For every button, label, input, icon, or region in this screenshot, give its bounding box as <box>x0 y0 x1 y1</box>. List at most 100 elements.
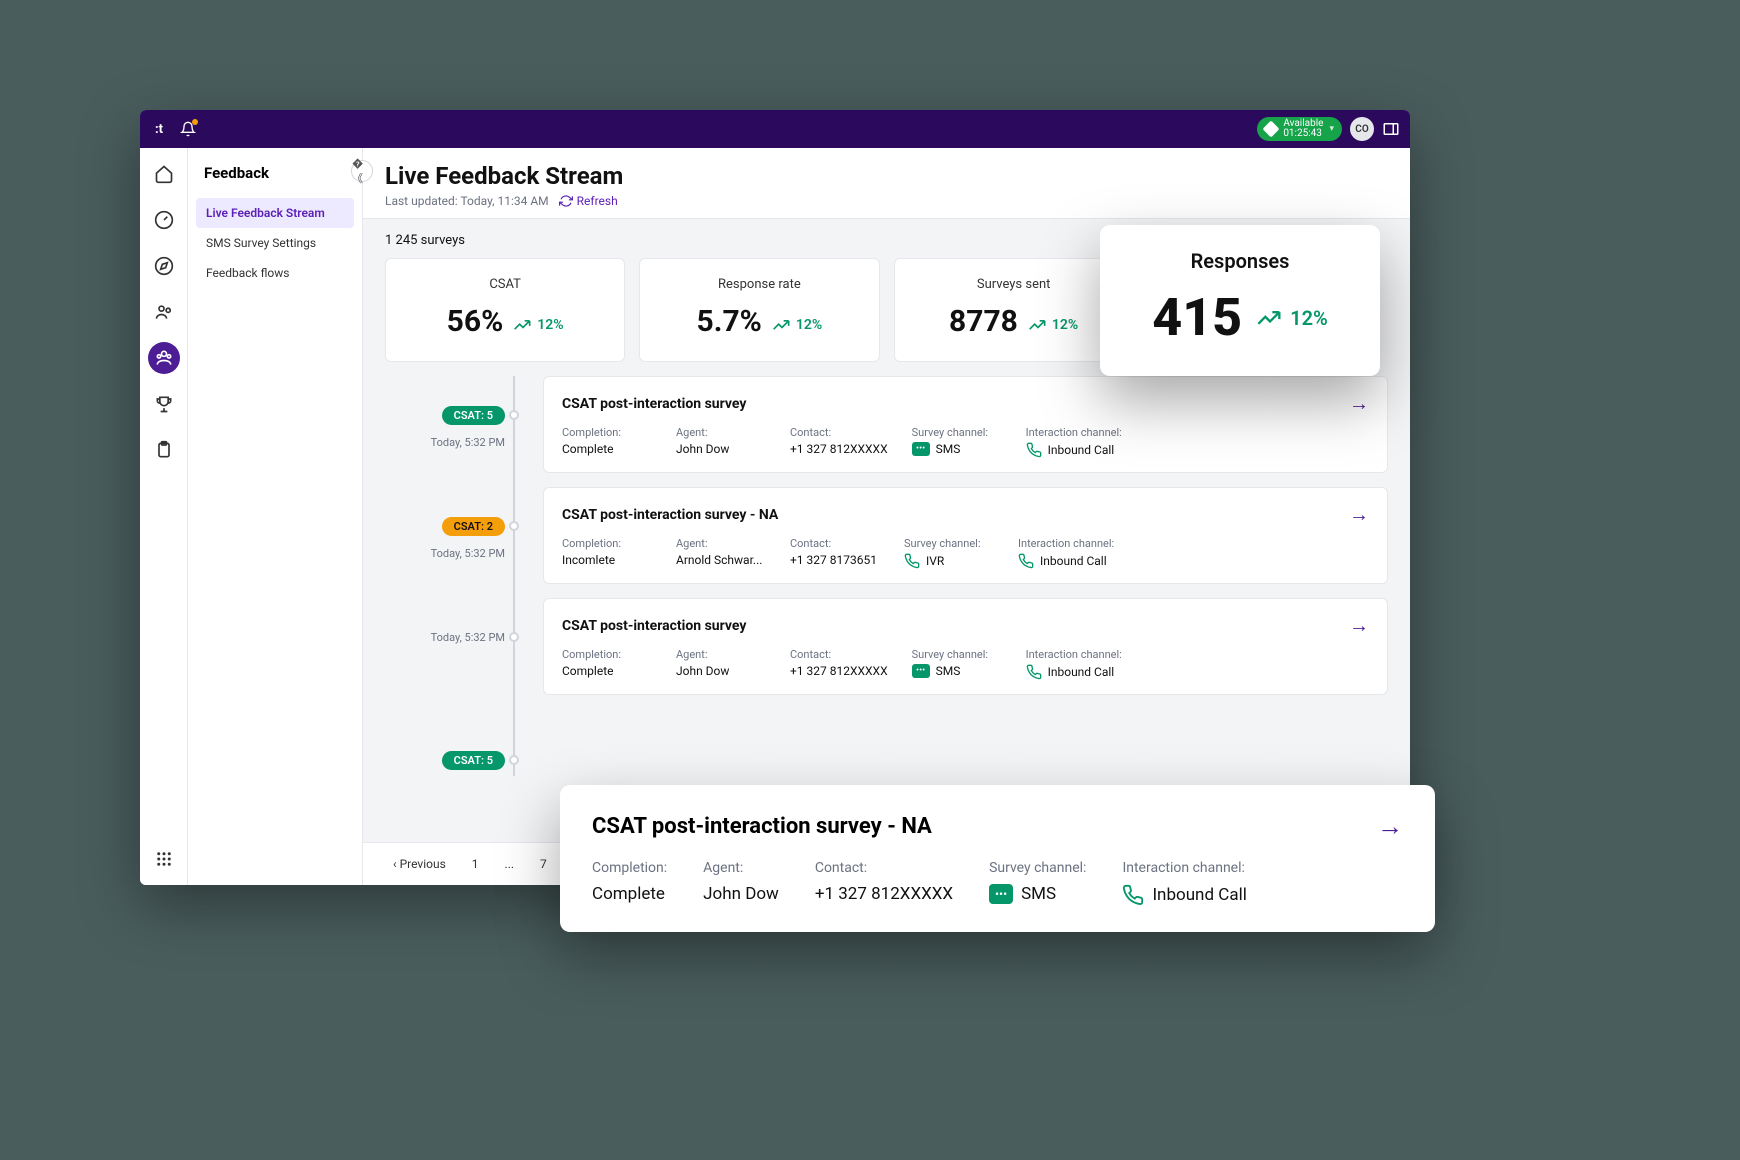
csat-badge: CSAT: 5 <box>442 751 505 770</box>
sidebar-item-sms-settings[interactable]: SMS Survey Settings <box>196 228 354 258</box>
metric-value: 8778 <box>949 304 1018 339</box>
side-panel: Feedback �《 Live Feedback Stream SMS Sur… <box>188 148 363 885</box>
field-label: Agent: <box>676 426 766 439</box>
field-label: Interaction channel: <box>1026 426 1122 439</box>
status-pill[interactable]: Available 01:25:43 ▾ <box>1257 117 1342 141</box>
survey-card-title: CSAT post-interaction survey <box>562 396 1349 412</box>
field-value: Complete <box>592 884 667 904</box>
survey-card[interactable]: CSAT post-interaction survey → Completio… <box>543 376 1388 473</box>
timeline-row: CSAT: 5 <box>385 709 1388 776</box>
refresh-button[interactable]: Refresh <box>559 194 618 208</box>
field-label: Survey channel: <box>912 648 1002 661</box>
team-icon[interactable] <box>148 342 180 374</box>
field-value: John Dow <box>676 664 766 678</box>
open-survey-arrow-icon[interactable]: → <box>1349 502 1369 527</box>
field-value: John Dow <box>703 884 779 904</box>
field-label: Completion: <box>562 537 652 550</box>
field-label: Survey channel: <box>904 537 994 550</box>
trend-up-icon <box>1256 309 1284 327</box>
timeline-row: Today, 5:32 PM CSAT post-interaction sur… <box>385 598 1388 695</box>
field-label: Contact: <box>790 426 888 439</box>
survey-card-title: CSAT post-interaction survey - NA <box>562 507 1349 523</box>
survey-card[interactable]: CSAT post-interaction survey → Completio… <box>543 598 1388 695</box>
side-panel-title: Feedback <box>196 160 354 198</box>
field-label: Agent: <box>676 648 766 661</box>
field-label: Interaction channel: <box>1018 537 1114 550</box>
home-icon[interactable] <box>148 158 180 190</box>
field-label: Contact: <box>790 537 880 550</box>
bell-icon[interactable] <box>180 121 196 137</box>
float-responses-value: 415 <box>1152 287 1242 348</box>
field-label: Agent: <box>703 860 779 876</box>
sms-icon: ••• <box>989 884 1013 904</box>
timeline-time: Today, 5:32 PM <box>431 547 505 560</box>
gauge-icon[interactable] <box>148 204 180 236</box>
app-logo-icon[interactable]: :t <box>150 120 168 138</box>
float-responses-card: Responses 415 12% <box>1100 225 1380 376</box>
sidebar-item-feedback-flows[interactable]: Feedback flows <box>196 258 354 288</box>
clipboard-icon[interactable] <box>148 434 180 466</box>
phone-icon <box>904 553 920 569</box>
status-timer: 01:25:43 <box>1283 129 1323 139</box>
phone-icon <box>1026 664 1042 680</box>
field-value: IVR <box>904 553 994 569</box>
open-survey-arrow-icon[interactable]: → <box>1349 391 1369 416</box>
timeline-row: CSAT: 5 Today, 5:32 PM CSAT post-interac… <box>385 376 1388 473</box>
field-value: +1 327 812XXXXX <box>790 442 888 456</box>
trend-up-icon <box>1028 319 1048 331</box>
field-label: Contact: <box>815 860 953 876</box>
open-survey-arrow-icon[interactable]: → <box>1377 811 1403 842</box>
avatar[interactable]: CO <box>1350 117 1374 141</box>
users-icon[interactable] <box>148 296 180 328</box>
sms-icon: ••• <box>912 442 930 456</box>
csat-badge: CSAT: 5 <box>442 406 505 425</box>
field-label: Completion: <box>562 648 652 661</box>
page-number[interactable]: 7 <box>532 853 555 875</box>
phone-icon <box>1026 442 1042 458</box>
timeline-time: Today, 5:32 PM <box>431 436 505 449</box>
last-updated-label: Last updated: Today, 11:34 AM <box>385 194 549 208</box>
timeline-row: CSAT: 2 Today, 5:32 PM CSAT post-interac… <box>385 487 1388 584</box>
compass-icon[interactable] <box>148 250 180 282</box>
field-value: Arnold Schwar... <box>676 553 766 567</box>
timeline-dot-icon <box>509 410 519 420</box>
field-label: Completion: <box>592 860 667 876</box>
page-number[interactable]: 1 <box>464 853 487 875</box>
phone-icon <box>1018 553 1034 569</box>
feedback-stream: CSAT: 5 Today, 5:32 PM CSAT post-interac… <box>363 376 1410 842</box>
field-value: +1 327 812XXXXX <box>815 884 953 904</box>
sidebar-item-live-feedback[interactable]: Live Feedback Stream <box>196 198 354 228</box>
field-value: •••SMS <box>989 884 1086 904</box>
trophy-icon[interactable] <box>148 388 180 420</box>
open-survey-arrow-icon[interactable]: → <box>1349 613 1369 638</box>
field-label: Agent: <box>676 537 766 550</box>
collapse-sidebar-button[interactable]: �《 <box>351 160 373 182</box>
metric-trend: 12% <box>772 317 822 333</box>
float-survey-card[interactable]: CSAT post-interaction survey - NA → Comp… <box>560 785 1435 932</box>
field-value: Inbound Call <box>1122 884 1246 906</box>
field-value: •••SMS <box>912 664 1002 678</box>
phone-icon <box>1122 884 1144 906</box>
chevron-down-icon: ▾ <box>1329 124 1334 134</box>
panel-toggle-icon[interactable] <box>1382 120 1400 138</box>
trend-up-icon <box>513 319 533 331</box>
prev-page-button[interactable]: ‹ Previous <box>385 853 454 875</box>
csat-badge: CSAT: 2 <box>442 517 505 536</box>
field-value: •••SMS <box>912 442 1002 456</box>
timeline-dot-icon <box>509 521 519 531</box>
page-ellipsis: ... <box>497 853 523 875</box>
metric-card-surveys-sent: Surveys sent 8778 12% <box>894 258 1134 362</box>
field-value: Incomlete <box>562 553 652 567</box>
metric-trend: 12% <box>1028 317 1078 333</box>
field-value: Inbound Call <box>1026 664 1122 680</box>
diamond-icon <box>1263 121 1280 138</box>
metric-label: Surveys sent <box>909 277 1119 292</box>
field-value: +1 327 812XXXXX <box>790 664 888 678</box>
grid-icon[interactable] <box>148 843 180 875</box>
field-label: Survey channel: <box>912 426 1002 439</box>
sms-icon: ••• <box>912 664 930 678</box>
metric-value: 56% <box>447 304 504 339</box>
survey-card[interactable]: CSAT post-interaction survey - NA → Comp… <box>543 487 1388 584</box>
float-responses-label: Responses <box>1128 249 1352 273</box>
field-value: Complete <box>562 664 652 678</box>
